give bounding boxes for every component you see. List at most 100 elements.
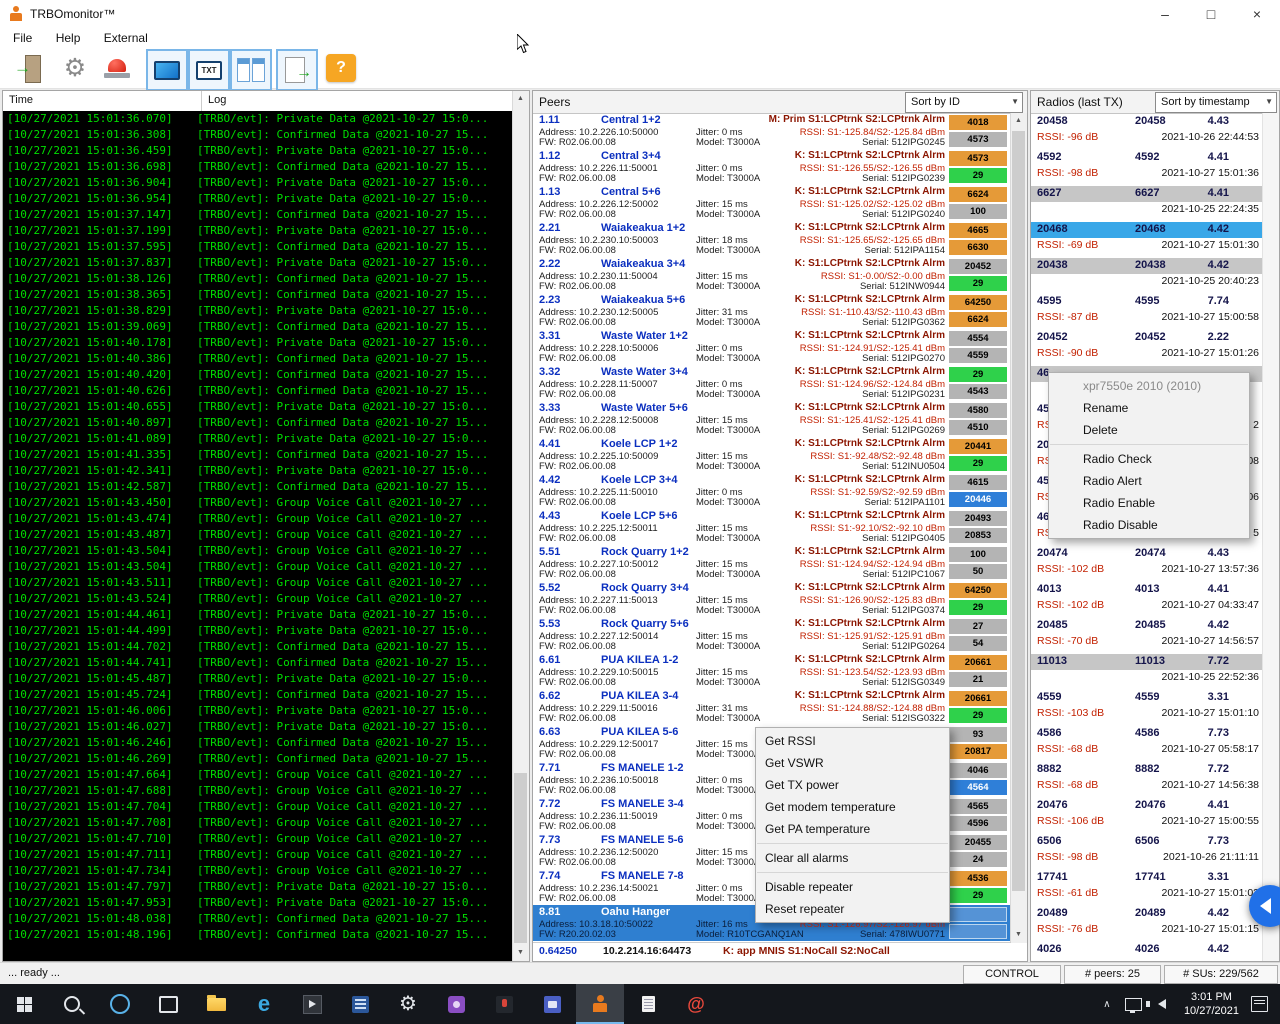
peer-row[interactable]: 2.22Waiakeakua 3+4K: S1:LCPtrnk S2:LCPtr… <box>533 257 1011 293</box>
scroll-down-icon[interactable]: ▼ <box>1011 927 1026 943</box>
log-row[interactable]: [10/27/2021 15:01:47.734][TRBO/evt]: Gro… <box>3 863 513 879</box>
log-row[interactable]: [10/27/2021 15:01:44.461][TRBO/evt]: Pri… <box>3 607 513 623</box>
radio-row[interactable]: 20452204522.22RSSI: -90 dB2021-10-27 15:… <box>1031 329 1263 365</box>
taskbar-file-explorer[interactable] <box>192 984 240 1024</box>
radio-row[interactable]: 20474204744.43RSSI: -102 dB2021-10-27 13… <box>1031 545 1263 581</box>
taskbar-settings[interactable]: ⚙ <box>384 984 432 1024</box>
context-item-clear-all-alarms[interactable]: Clear all alarms <box>756 847 949 869</box>
alarm-button[interactable] <box>98 49 136 87</box>
peer-row[interactable]: 3.33Waste Water 5+6K: S1:LCPtrnk S2:LCPt… <box>533 401 1011 437</box>
radio-row[interactable]: 20476204764.41RSSI: -106 dB2021-10-27 15… <box>1031 797 1263 833</box>
radio-row[interactable]: 459245924.41RSSI: -98 dB2021-10-27 15:01… <box>1031 149 1263 185</box>
minimize-icon[interactable]: – <box>1142 0 1188 28</box>
log-row[interactable]: [10/27/2021 15:01:42.341][TRBO/evt]: Pri… <box>3 463 513 479</box>
context-item-radio-check[interactable]: Radio Check <box>1049 448 1249 470</box>
log-row[interactable]: [10/27/2021 15:01:47.711][TRBO/evt]: Gro… <box>3 847 513 863</box>
radio-row[interactable]: 401340134.41RSSI: -102 dB2021-10-27 04:3… <box>1031 581 1263 617</box>
log-row[interactable]: [10/27/2021 15:01:45.487][TRBO/evt]: Pri… <box>3 671 513 687</box>
peers-sort-dropdown[interactable]: Sort by ID ▼ <box>905 92 1023 113</box>
radio-row[interactable]: 455945593.31RSSI: -103 dB2021-10-27 15:0… <box>1031 689 1263 725</box>
peer-row[interactable]: 1.12Central 3+4K: S1:LCPtrnk S2:LCPtrnk … <box>533 149 1011 185</box>
help-button[interactable]: ? <box>322 49 360 87</box>
log-row[interactable]: [10/27/2021 15:01:48.196][TRBO/evt]: Con… <box>3 927 513 943</box>
exit-button[interactable]: → <box>10 49 48 87</box>
tray-clock[interactable]: 3:01 PM 10/27/2021 <box>1184 990 1239 1019</box>
context-item-get-tx-power[interactable]: Get TX power <box>756 774 949 796</box>
radio-row[interactable]: 402640264.42 <box>1031 941 1263 961</box>
taskbar-task-view[interactable] <box>144 984 192 1024</box>
log-row[interactable]: [10/27/2021 15:01:48.038][TRBO/evt]: Con… <box>3 911 513 927</box>
tray-expand-icon[interactable]: ∧ <box>1095 999 1119 1010</box>
peer-row[interactable]: 4.43Koele LCP 5+6K: S1:LCPtrnk S2:LCPtrn… <box>533 509 1011 545</box>
peer-row[interactable]: 5.52Rock Quarry 3+4K: S1:LCPtrnk S2:LCPt… <box>533 581 1011 617</box>
scroll-up-icon[interactable]: ▲ <box>513 91 528 107</box>
peer-row[interactable]: 2.23Waiakeakua 5+6K: S1:LCPtrnk S2:LCPtr… <box>533 293 1011 329</box>
menu-help[interactable]: Help <box>49 28 88 48</box>
settings-button[interactable]: ⚙ <box>56 49 94 87</box>
log-scrollbar[interactable]: ▲ ▼ <box>512 91 529 961</box>
log-row[interactable]: [10/27/2021 15:01:47.797][TRBO/evt]: Pri… <box>3 879 513 895</box>
log-row[interactable]: [10/27/2021 15:01:40.420][TRBO/evt]: Con… <box>3 367 513 383</box>
radio-row[interactable]: 662766274.412021-10-25 22:24:35 <box>1031 185 1263 221</box>
log-row[interactable]: [10/27/2021 15:01:43.524][TRBO/evt]: Gro… <box>3 591 513 607</box>
context-item-disable-repeater[interactable]: Disable repeater <box>756 876 949 898</box>
taskbar-audio-app[interactable] <box>480 984 528 1024</box>
log-row[interactable]: [10/27/2021 15:01:38.365][TRBO/evt]: Con… <box>3 287 513 303</box>
scroll-up-icon[interactable]: ▲ <box>1011 113 1026 129</box>
taskbar-edge[interactable]: e <box>240 984 288 1024</box>
radio-row[interactable]: 458645867.73RSSI: -68 dB2021-10-27 05:58… <box>1031 725 1263 761</box>
radio-row[interactable]: 17741177413.31RSSI: -61 dB2021-10-27 15:… <box>1031 869 1263 905</box>
log-column-log[interactable]: Log <box>202 91 513 111</box>
peer-row[interactable]: 6.61PUA KILEA 1-2K: S1:LCPtrnk S2:LCPtrn… <box>533 653 1011 689</box>
log-row[interactable]: [10/27/2021 15:01:43.504][TRBO/evt]: Gro… <box>3 543 513 559</box>
context-item-radio-disable[interactable]: Radio Disable <box>1049 514 1249 536</box>
peers-footer-row[interactable]: 0.64250 10.2.214.16:64473 K: app MNIS S1… <box>533 942 1011 961</box>
log-row[interactable]: [10/27/2021 15:01:43.474][TRBO/evt]: Gro… <box>3 511 513 527</box>
taskbar-cortana[interactable] <box>96 984 144 1024</box>
peer-row[interactable]: 1.11Central 1+2M: Prim S1:LCPtrnk S2:LCP… <box>533 113 1011 149</box>
taskbar-mail[interactable]: @ <box>672 984 720 1024</box>
maximize-icon[interactable]: □ <box>1188 0 1234 28</box>
log-row[interactable]: [10/27/2021 15:01:47.688][TRBO/evt]: Gro… <box>3 783 513 799</box>
log-column-time[interactable]: Time <box>3 91 202 111</box>
log-row[interactable]: [10/27/2021 15:01:36.070][TRBO/evt]: Pri… <box>3 111 513 127</box>
taskbar-radio-app[interactable] <box>432 984 480 1024</box>
peer-row[interactable]: 6.62PUA KILEA 3-4K: S1:LCPtrnk S2:LCPtrn… <box>533 689 1011 725</box>
log-row[interactable]: [10/27/2021 15:01:43.450][TRBO/evt]: Gro… <box>3 495 513 511</box>
log-row[interactable]: [10/27/2021 15:01:36.904][TRBO/evt]: Pri… <box>3 175 513 191</box>
log-row[interactable]: [10/27/2021 15:01:40.897][TRBO/evt]: Con… <box>3 415 513 431</box>
log-row[interactable]: [10/27/2021 15:01:40.655][TRBO/evt]: Pri… <box>3 399 513 415</box>
taskbar-comms-app[interactable] <box>528 984 576 1024</box>
log-row[interactable]: [10/27/2021 15:01:36.308][TRBO/evt]: Con… <box>3 127 513 143</box>
taskbar-media-app[interactable] <box>288 984 336 1024</box>
scrollbar-thumb[interactable] <box>1012 131 1025 891</box>
radio-row[interactable]: 650665067.73RSSI: -98 dB2021-10-26 21:11… <box>1031 833 1263 869</box>
log-row[interactable]: [10/27/2021 15:01:45.724][TRBO/evt]: Con… <box>3 687 513 703</box>
log-row[interactable]: [10/27/2021 15:01:39.069][TRBO/evt]: Con… <box>3 319 513 335</box>
log-row[interactable]: [10/27/2021 15:01:44.499][TRBO/evt]: Pri… <box>3 623 513 639</box>
log-row[interactable]: [10/27/2021 15:01:37.595][TRBO/evt]: Con… <box>3 239 513 255</box>
layout-button[interactable] <box>230 49 272 91</box>
log-row[interactable]: [10/27/2021 15:01:47.704][TRBO/evt]: Gro… <box>3 799 513 815</box>
log-row[interactable]: [10/27/2021 15:01:37.147][TRBO/evt]: Con… <box>3 207 513 223</box>
radios-sort-dropdown[interactable]: Sort by timestamp ▼ <box>1155 92 1277 113</box>
log-row[interactable]: [10/27/2021 15:01:44.741][TRBO/evt]: Con… <box>3 655 513 671</box>
radio-row[interactable]: 888288827.72RSSI: -68 dB2021-10-27 14:56… <box>1031 761 1263 797</box>
radio-row[interactable]: 20468204684.42RSSI: -69 dB2021-10-27 15:… <box>1031 221 1263 257</box>
log-row[interactable]: [10/27/2021 15:01:40.386][TRBO/evt]: Con… <box>3 351 513 367</box>
notification-center-icon[interactable] <box>1251 996 1268 1012</box>
log-row[interactable]: [10/27/2021 15:01:42.587][TRBO/evt]: Con… <box>3 479 513 495</box>
radio-row[interactable]: 20485204854.42RSSI: -70 dB2021-10-27 14:… <box>1031 617 1263 653</box>
log-row[interactable]: [10/27/2021 15:01:46.027][TRBO/evt]: Pri… <box>3 719 513 735</box>
log-row[interactable]: [10/27/2021 15:01:43.511][TRBO/evt]: Gro… <box>3 575 513 591</box>
menu-external[interactable]: External <box>97 28 155 48</box>
scrollbar-thumb[interactable] <box>514 773 527 943</box>
context-item-get-vswr[interactable]: Get VSWR <box>756 752 949 774</box>
radio-row[interactable]: 11013110137.722021-10-25 22:52:36 <box>1031 653 1263 689</box>
context-item-reset-repeater[interactable]: Reset repeater <box>756 898 949 920</box>
taskbar-notepad[interactable] <box>624 984 672 1024</box>
scroll-down-icon[interactable]: ▼ <box>513 945 528 961</box>
network-icon[interactable] <box>1125 998 1142 1011</box>
log-row[interactable]: [10/27/2021 15:01:36.459][TRBO/evt]: Pri… <box>3 143 513 159</box>
context-item-delete[interactable]: Delete <box>1049 419 1249 441</box>
